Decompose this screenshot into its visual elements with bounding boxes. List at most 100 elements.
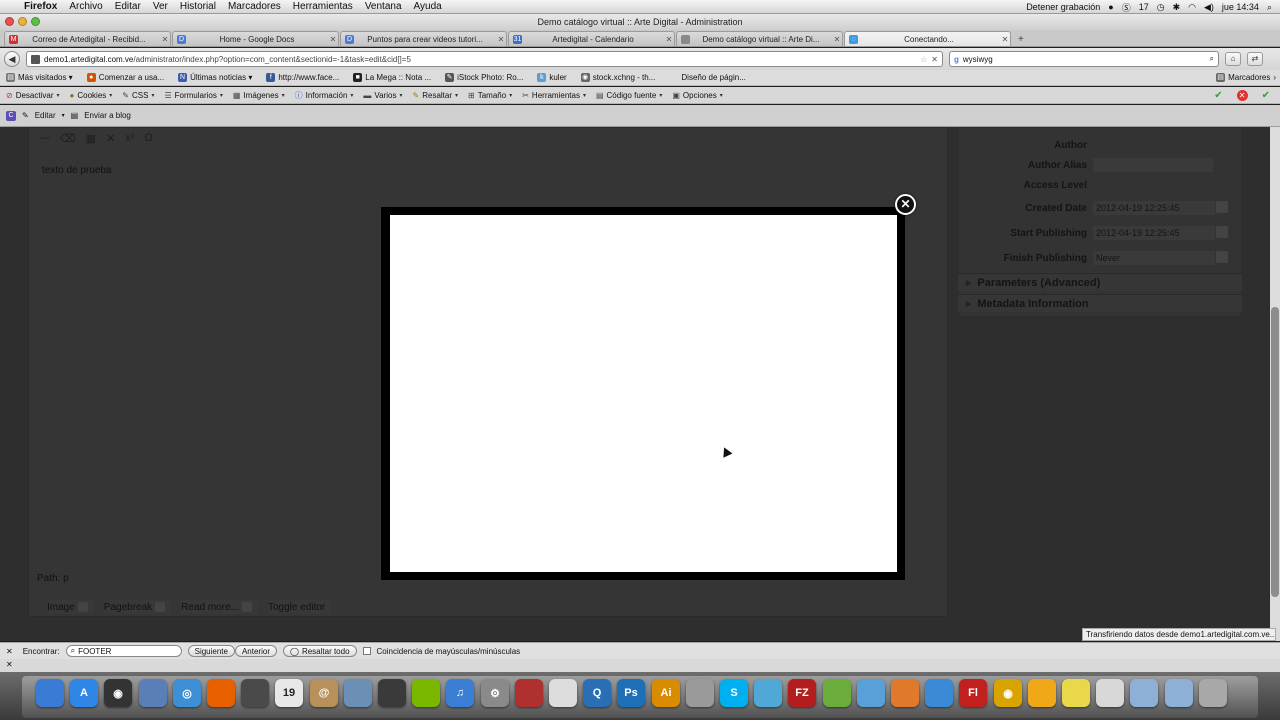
web-developer-menu[interactable]: ▤ Código fuente ▾ <box>596 91 662 100</box>
close-tab-icon[interactable]: ✕ <box>1000 35 1010 44</box>
web-developer-menu[interactable]: ✎ Resaltar ▾ <box>413 91 459 100</box>
web-developer-menu[interactable]: ⊘ Desactivar ▾ <box>6 91 60 100</box>
url-bar[interactable]: demo1.artedigital.com.ve/administrator/i… <box>26 51 943 67</box>
menu-ayuda[interactable]: Ayuda <box>408 1 448 12</box>
web-developer-menu[interactable]: ⊞ Tamaño ▾ <box>468 91 512 100</box>
check-icon[interactable]: ✔ <box>1214 90 1222 101</box>
close-tab-icon[interactable]: ✕ <box>832 35 842 44</box>
bookmark-item[interactable]: Diseño de págin... <box>669 73 746 82</box>
find-previous-button[interactable]: Anterior <box>234 645 277 657</box>
menu-marcadores[interactable]: Marcadores <box>222 1 287 12</box>
finder-icon[interactable] <box>36 679 64 707</box>
volume-icon[interactable]: ◀) <box>1204 2 1214 13</box>
menu-app-name[interactable]: Firefox <box>18 1 63 12</box>
people-icon[interactable] <box>857 679 885 707</box>
modal-content[interactable] <box>390 215 897 572</box>
close-find-bar-icon[interactable]: ✕ <box>6 647 13 656</box>
bookmark-item[interactable]: ● Comenzar a usa... <box>86 73 164 82</box>
address-book-icon[interactable]: @ <box>310 679 338 707</box>
search-bar[interactable]: g wysiwyg ⌕ <box>949 51 1219 67</box>
menu-ventana[interactable]: Ventana <box>359 1 408 12</box>
textedit-icon[interactable] <box>549 679 577 707</box>
recording-status[interactable]: Detener grabación <box>1026 2 1100 12</box>
author-alias-input[interactable] <box>1093 158 1213 172</box>
toggle-editor-button[interactable]: Toggle editor <box>267 600 332 614</box>
browser-tab[interactable]: Demo catálogo virtual :: Arte Di... ✕ <box>676 31 843 46</box>
stickies-icon[interactable] <box>1062 679 1090 707</box>
error-icon[interactable]: ✕ <box>1236 90 1248 101</box>
bookmark-item[interactable]: N Últimas noticias ▾ <box>178 73 252 82</box>
calendar-icon[interactable]: 19 <box>275 679 303 707</box>
close-tab-icon[interactable]: ✕ <box>160 35 170 44</box>
minimize-window-button[interactable] <box>18 17 27 26</box>
firefox-icon[interactable] <box>207 679 235 707</box>
globe-icon[interactable] <box>925 679 953 707</box>
safari-icon[interactable]: ◎ <box>173 679 201 707</box>
adium-icon[interactable] <box>378 679 406 707</box>
browser-tab[interactable]: 31 Artedigital - Calendario ✕ <box>508 31 675 46</box>
applications-folder-icon[interactable] <box>1130 679 1158 707</box>
url-text[interactable]: demo1.artedigital.com.ve/administrator/i… <box>44 55 916 64</box>
web-developer-menu[interactable]: ▣ Opciones ▾ <box>672 91 722 100</box>
new-tab-button[interactable]: + <box>1012 34 1030 46</box>
calculator-icon[interactable] <box>686 679 714 707</box>
mail-stamp-icon[interactable] <box>139 679 167 707</box>
dreamweaver-icon[interactable] <box>754 679 782 707</box>
web-developer-menu[interactable]: ✎ CSS ▾ <box>122 91 154 100</box>
skype-status-icon[interactable]: Ⓢ <box>1122 1 1131 14</box>
pinwheel-icon[interactable] <box>823 679 851 707</box>
web-developer-menu[interactable]: ● Cookies ▾ <box>70 91 113 100</box>
quicktime-icon[interactable]: Q <box>583 679 611 707</box>
chrome-icon[interactable]: ◉ <box>994 679 1022 707</box>
subscript-icon[interactable]: x² <box>125 132 134 145</box>
created-date-input[interactable]: 2012-04-19 12:25:45 <box>1093 201 1215 215</box>
script-editor-icon[interactable] <box>1096 679 1124 707</box>
flash-icon[interactable]: Fl <box>959 679 987 707</box>
parameters-advanced-section[interactable]: ▶ Parameters (Advanced) <box>958 273 1242 291</box>
timemachine-icon[interactable]: ◷ <box>1157 2 1165 13</box>
bookmark-item[interactable]: ▤ Más visitados ▾ <box>6 73 73 82</box>
close-status-icon[interactable]: ✕ <box>6 660 13 669</box>
blog-edit-button[interactable]: Editar <box>35 111 56 120</box>
remove-format-icon[interactable]: ✕ <box>106 132 115 145</box>
fireworks-icon[interactable] <box>891 679 919 707</box>
adobe-app-icon[interactable] <box>1028 679 1056 707</box>
back-button[interactable]: ◀ <box>4 51 20 67</box>
close-tab-icon[interactable]: ✕ <box>664 35 674 44</box>
menu-historial[interactable]: Historial <box>174 1 222 12</box>
close-tab-icon[interactable]: ✕ <box>496 35 506 44</box>
modal-close-button[interactable]: ✕ <box>895 194 916 215</box>
calendar-icon[interactable] <box>1216 251 1228 263</box>
dashboard-icon[interactable]: ◉ <box>104 679 132 707</box>
app-store-icon[interactable]: A <box>70 679 98 707</box>
image-button[interactable]: Image <box>47 600 94 614</box>
table-icon[interactable]: ▦ <box>86 132 96 145</box>
browser-tab[interactable]: D Home - Google Docs ✕ <box>172 31 339 46</box>
site-identity-icon[interactable] <box>31 54 40 64</box>
system-preferences-icon[interactable]: ⚙ <box>481 679 509 707</box>
calendar-icon[interactable] <box>1216 226 1228 238</box>
bookmark-item[interactable]: f http://www.face... <box>266 73 339 82</box>
stop-loading-icon[interactable]: ✕ <box>931 55 938 64</box>
itunes-icon[interactable]: ♫ <box>446 679 474 707</box>
find-next-button[interactable]: Siguiente <box>187 645 235 657</box>
bookmark-item[interactable]: ◉ stock.xchng - th... <box>580 73 655 82</box>
clock[interactable]: jue 14:34 <box>1222 2 1259 12</box>
photo-icon[interactable] <box>344 679 372 707</box>
browser-tab[interactable]: D Puntos para crear videos tutori... ✕ <box>340 31 507 46</box>
finish-publishing-input[interactable]: Never <box>1093 251 1215 265</box>
clear-format-icon[interactable]: ⌫ <box>60 132 76 145</box>
web-developer-menu[interactable]: ☰ Formularios ▾ <box>164 91 222 100</box>
start-publishing-input[interactable]: 2012-04-19 12:25:45 <box>1093 226 1215 240</box>
notification-badge[interactable]: 17 <box>1139 2 1149 12</box>
blog-app-icon[interactable]: C <box>6 110 16 121</box>
bluetooth-icon[interactable]: ✱ <box>1173 2 1181 13</box>
read-more-button[interactable]: Read more... <box>181 600 258 614</box>
facetime-icon[interactable] <box>241 679 269 707</box>
browser-tab[interactable]: ◌ Conectando... ✕ <box>844 31 1011 46</box>
search-icon[interactable]: ⌕ <box>1210 54 1214 64</box>
omega-icon[interactable]: Ω <box>144 132 152 145</box>
documents-folder-icon[interactable] <box>1165 679 1193 707</box>
zoom-window-button[interactable] <box>31 17 40 26</box>
close-window-button[interactable] <box>5 17 14 26</box>
